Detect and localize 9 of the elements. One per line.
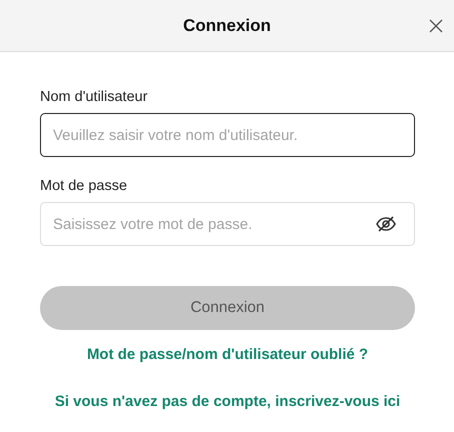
eye-slash-icon bbox=[375, 215, 397, 233]
forgot-password-link[interactable]: Mot de passe/nom d'utilisateur oublié ? bbox=[86, 346, 368, 363]
dialog-title: Connexion bbox=[183, 16, 271, 36]
close-icon bbox=[429, 19, 443, 33]
field-label: Nom d'utilisateur bbox=[40, 89, 149, 105]
password-field[interactable]: Saisissez votre mot de passe. bbox=[40, 202, 415, 246]
username-field[interactable]: Veuillez saisir votre nom d'utilisateur. bbox=[40, 113, 415, 157]
field-label: Mot de passe bbox=[40, 178, 128, 194]
register-link[interactable]: Si vous n'avez pas de compte, inscrivez-vous ici bbox=[54, 393, 400, 410]
